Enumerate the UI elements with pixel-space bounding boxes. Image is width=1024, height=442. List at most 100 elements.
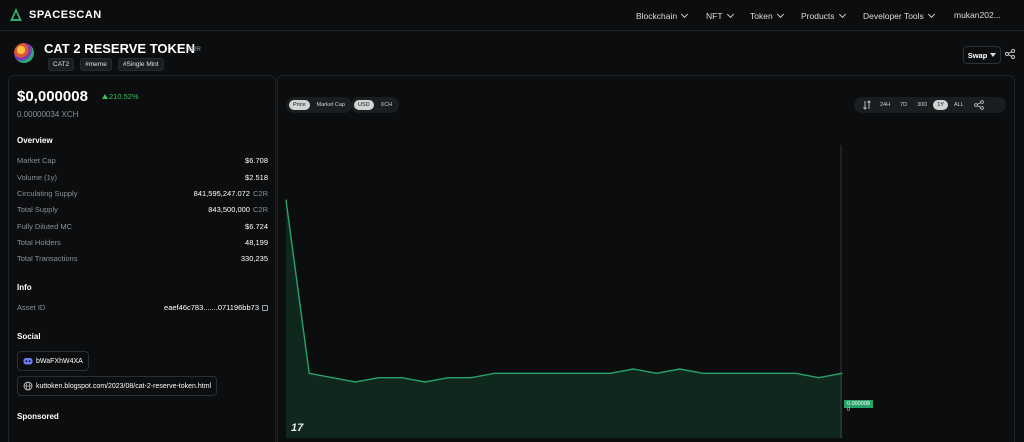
share-icon[interactable] <box>973 100 984 110</box>
price-xch-unit: XCH <box>61 110 79 119</box>
row-value: 330,235 <box>240 254 268 263</box>
chevron-down-icon <box>726 10 734 18</box>
arrow-up-icon <box>102 94 108 99</box>
row-label: Total Supply <box>17 205 58 214</box>
mode-price[interactable]: Price <box>289 100 310 110</box>
currency-usd[interactable]: USD <box>354 100 374 110</box>
row-value-wrap: 841,595,247.072 C2R <box>194 189 268 198</box>
overview-title: Overview <box>17 136 53 145</box>
range-30d[interactable]: 30D <box>913 100 931 110</box>
copy-icon[interactable] <box>262 305 268 312</box>
price-point <box>493 372 496 374</box>
nav-developer-tools[interactable]: Developer Tools <box>863 0 935 31</box>
chevron-down-icon <box>681 10 689 18</box>
tag[interactable]: #meme <box>80 58 112 71</box>
price-point <box>818 377 820 379</box>
price-change: 210.52% <box>102 92 139 101</box>
sort-icon[interactable] <box>862 100 872 110</box>
nav-label: Products <box>801 10 835 21</box>
nav-products[interactable]: Products <box>801 0 846 31</box>
nav-label: Blockchain <box>636 10 678 21</box>
row-value: $6.724 <box>245 222 268 231</box>
price-point <box>841 372 843 374</box>
price-point <box>470 377 472 379</box>
price-point <box>378 377 380 379</box>
price-point <box>656 372 658 374</box>
discord-icon <box>23 358 33 365</box>
row-label: Fully Diluted MC <box>17 222 73 231</box>
discord-label: bWaFXhW4XA <box>36 357 83 365</box>
price-point <box>609 372 611 374</box>
social-title: Social <box>17 332 41 341</box>
price-point <box>285 199 287 201</box>
price-point <box>308 372 310 374</box>
range-selector: 24H 7D 30D 1Y ALL <box>854 97 1006 113</box>
range-all[interactable]: ALL <box>950 100 968 110</box>
chart-mode-toggle: Price Market Cap <box>286 97 352 113</box>
website-label: kuttoken.blogspot.com/2023/08/cat-2-rese… <box>36 382 212 390</box>
price-point <box>679 368 681 370</box>
row-label: Total Holders <box>17 238 61 247</box>
nav-nft[interactable]: NFT <box>706 0 734 31</box>
price-point <box>725 372 727 374</box>
row-value-wrap: 843,500,000 C2R <box>208 205 268 214</box>
price-point <box>586 372 588 374</box>
token-tags: CAT2 #meme #Single Mint <box>48 58 164 71</box>
spacescan-logo-icon <box>10 8 22 21</box>
price-point <box>748 372 750 374</box>
range-7d[interactable]: 7D <box>896 100 911 110</box>
price-xch-value: 0.00000034 <box>17 110 60 119</box>
row-value: 843,500,000 <box>208 205 250 214</box>
price-point <box>795 372 797 374</box>
mode-market-cap[interactable]: Market Cap <box>313 100 349 110</box>
swap-button[interactable]: Swap <box>963 46 1001 64</box>
nav-label: Developer Tools <box>863 10 924 21</box>
price-point <box>702 372 704 374</box>
globe-icon <box>23 381 33 391</box>
price-chart[interactable] <box>285 140 843 438</box>
tradingview-logo: 17 <box>291 422 304 434</box>
range-24h[interactable]: 24H <box>876 100 894 110</box>
price-point <box>447 377 449 379</box>
tag[interactable]: #Single Mint <box>117 58 164 71</box>
axis-label-zero: 0 <box>847 407 851 413</box>
chevron-down-icon <box>927 10 935 18</box>
price-point <box>354 381 357 383</box>
website-link[interactable]: kuttoken.blogspot.com/2023/08/cat-2-rese… <box>17 376 218 396</box>
token-name: CAT 2 RESERVE TOKEN <box>44 41 195 56</box>
swap-label: Swap <box>967 50 988 60</box>
user-account[interactable]: mukan202... <box>954 10 1001 20</box>
price-point <box>401 377 403 379</box>
chart-currency-toggle: USD XCH <box>351 97 400 113</box>
nav-blockchain[interactable]: Blockchain <box>636 0 689 31</box>
caret-down-icon <box>990 53 997 57</box>
row-unit: C2R <box>252 205 268 214</box>
price-area-fill <box>286 200 842 438</box>
nav-label: NFT <box>706 10 723 21</box>
asset-id-wrap: eaef46c783.......071196bb73 <box>164 303 268 312</box>
share-icon[interactable] <box>1005 49 1015 59</box>
logo[interactable]: SPACESCAN <box>8 7 102 23</box>
price-usd: $0,000008 <box>17 88 88 105</box>
asset-id-value[interactable]: eaef46c783.......071196bb73 <box>164 303 259 312</box>
price-point <box>563 372 565 374</box>
price-point <box>632 368 635 370</box>
discord-link[interactable]: bWaFXhW4XA <box>17 351 89 371</box>
range-1y[interactable]: 1Y <box>933 100 948 110</box>
price-xch: 0.00000034 XCH <box>17 110 78 119</box>
info-title: Info <box>17 283 32 292</box>
row-label: Volume (1y) <box>17 173 58 182</box>
price-point <box>331 377 333 379</box>
row-value: 48,199 <box>245 238 268 247</box>
tag[interactable]: CAT2 <box>48 58 75 71</box>
row-label: Circulating Supply <box>17 189 78 198</box>
price-point <box>517 372 519 374</box>
asset-id-label: Asset ID <box>17 303 46 312</box>
sponsored-title: Sponsored <box>17 412 59 421</box>
brand-name: SPACESCAN <box>29 9 102 21</box>
nav-token[interactable]: Token <box>750 0 784 31</box>
row-label: Total Transactions <box>17 254 78 263</box>
row-unit: C2R <box>252 189 268 198</box>
price-point <box>771 372 774 374</box>
currency-xch[interactable]: XCH <box>377 100 397 110</box>
